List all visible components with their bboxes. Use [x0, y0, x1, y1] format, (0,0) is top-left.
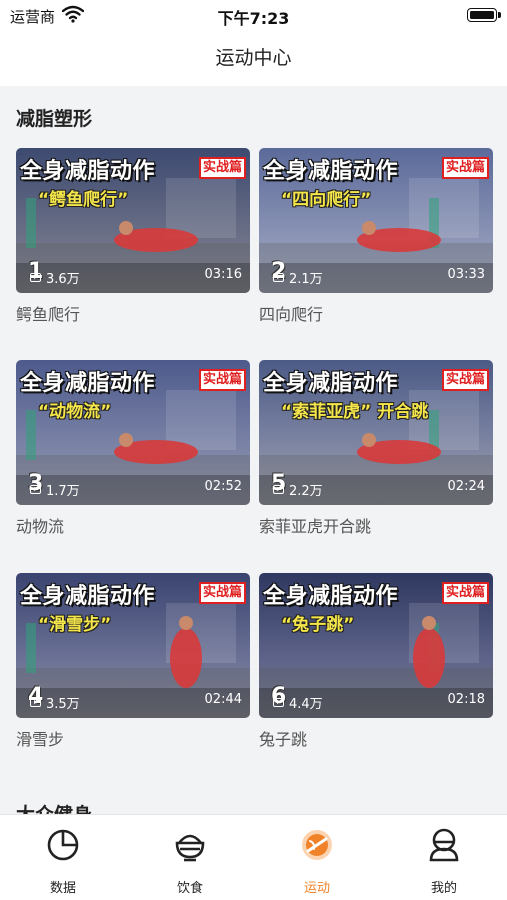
video-thumbnail[interactable]: 全身减脂动作 实战篇 “四向爬行” 2 2.1万 03:33: [259, 148, 493, 293]
video-title[interactable]: 兔子跳: [259, 726, 493, 750]
video-thumbnail[interactable]: 全身减脂动作 实战篇 “索菲亚虎” 开合跳 5 2.2万 02:24: [259, 360, 493, 505]
video-subtitle: “四向爬行”: [281, 190, 372, 210]
play-count-icon: [30, 485, 41, 494]
main-content[interactable]: 减脂塑形 全身减脂动作 实战篇 “鳄鱼爬行” 1 3.6万 03:16 鳄鱼爬行 全身减脂动作…: [0, 86, 507, 814]
video-duration: 02:44: [204, 692, 242, 707]
video-card[interactable]: 全身减脂动作 实战篇 “兔子跳” 6 4.4万 02:18 兔子跳: [259, 573, 493, 750]
tab-me-label: 我的: [430, 881, 457, 896]
video-duration: 03:16: [204, 267, 242, 282]
sport-icon: [302, 830, 332, 860]
video-duration: 02:24: [447, 479, 485, 494]
play-count-icon: [273, 485, 284, 494]
video-tag: 实战篇: [198, 369, 246, 391]
video-subtitle: “兔子跳”: [281, 615, 355, 635]
video-subtitle: “索菲亚虎” 开合跳: [281, 402, 429, 422]
video-tag: 实战篇: [441, 582, 489, 604]
tab-data-label: 数据: [49, 881, 76, 896]
video-title[interactable]: 动物流: [16, 513, 250, 537]
video-headline: 全身减脂动作: [263, 584, 399, 609]
video-play-count: 2.2万: [273, 480, 323, 499]
bowl-icon: [175, 834, 205, 862]
video-card[interactable]: 全身减脂动作 实战篇 “四向爬行” 2 2.1万 03:33 四向爬行: [259, 148, 493, 325]
battery-icon: [467, 8, 501, 22]
video-headline: 全身减脂动作: [20, 584, 156, 609]
video-headline: 全身减脂动作: [263, 371, 399, 396]
video-subtitle: “动物流”: [38, 402, 112, 422]
video-headline: 全身减脂动作: [263, 159, 399, 184]
video-thumbnail[interactable]: 全身减脂动作 实战篇 “滑雪步” 4 3.5万 02:44: [16, 573, 250, 718]
section-title-fat-loss: 减脂塑形: [16, 108, 93, 130]
video-play-count: 4.4万: [273, 693, 323, 712]
video-thumbnail[interactable]: 全身减脂动作 实战篇 “兔子跳” 6 4.4万 02:18: [259, 573, 493, 718]
video-card[interactable]: 全身减脂动作 实战篇 “索菲亚虎” 开合跳 5 2.2万 02:24 索菲亚虎开合跳: [259, 360, 493, 537]
video-card[interactable]: 全身减脂动作 实战篇 “滑雪步” 4 3.5万 02:44 滑雪步: [16, 573, 250, 750]
pie-chart-icon: [47, 829, 79, 861]
video-tag: 实战篇: [198, 157, 246, 179]
video-duration: 02:52: [204, 479, 242, 494]
video-card[interactable]: 全身减脂动作 实战篇 “动物流” 3 1.7万 02:52 动物流: [16, 360, 250, 537]
tab-diet-label: 饮食: [176, 881, 203, 896]
video-tag: 实战篇: [198, 582, 246, 604]
video-play-count: 1.7万: [30, 480, 80, 499]
tab-data[interactable]: 数据: [0, 815, 126, 900]
play-count-value: 2.1万: [289, 272, 323, 287]
video-tag: 实战篇: [441, 157, 489, 179]
video-duration: 02:18: [447, 692, 485, 707]
play-count-value: 4.4万: [289, 697, 323, 712]
play-count-value: 3.5万: [46, 697, 80, 712]
video-thumbnail[interactable]: 全身减脂动作 实战篇 “动物流” 3 1.7万 02:52: [16, 360, 250, 505]
play-count-icon: [30, 273, 41, 282]
video-title[interactable]: 滑雪步: [16, 726, 250, 750]
video-play-count: 2.1万: [273, 268, 323, 287]
video-headline: 全身减脂动作: [20, 371, 156, 396]
video-duration: 03:33: [447, 267, 485, 282]
nav-bar: 运动中心: [0, 30, 507, 86]
status-bar: 运营商 下午7:23: [0, 0, 507, 30]
video-title[interactable]: 鳄鱼爬行: [16, 301, 250, 325]
tab-bar: 数据 饮食 运动 我的: [0, 814, 507, 900]
status-time: 下午7:23: [217, 9, 290, 28]
video-title[interactable]: 索菲亚虎开合跳: [259, 513, 493, 537]
video-subtitle: “滑雪步”: [38, 615, 112, 635]
video-play-count: 3.5万: [30, 693, 80, 712]
video-card[interactable]: 全身减脂动作 实战篇 “鳄鱼爬行” 1 3.6万 03:16 鳄鱼爬行: [16, 148, 250, 325]
video-title[interactable]: 四向爬行: [259, 301, 493, 325]
user-icon: [429, 828, 459, 862]
tab-sport[interactable]: 运动: [254, 815, 380, 900]
play-count-icon: [273, 698, 284, 707]
video-headline: 全身减脂动作: [20, 159, 156, 184]
play-count-value: 3.6万: [46, 272, 80, 287]
play-count-icon: [273, 273, 284, 282]
video-play-count: 3.6万: [30, 268, 80, 287]
page-title: 运动中心: [215, 47, 292, 69]
video-tag: 实战篇: [441, 369, 489, 391]
video-thumbnail[interactable]: 全身减脂动作 实战篇 “鳄鱼爬行” 1 3.6万 03:16: [16, 148, 250, 293]
play-count-value: 1.7万: [46, 484, 80, 499]
play-count-icon: [30, 698, 41, 707]
section-title-fitness: 大众健身: [16, 800, 92, 814]
tab-me[interactable]: 我的: [381, 815, 507, 900]
play-count-value: 2.2万: [289, 484, 323, 499]
tab-sport-label: 运动: [303, 881, 330, 896]
video-subtitle: “鳄鱼爬行”: [38, 190, 129, 210]
tab-diet[interactable]: 饮食: [127, 815, 253, 900]
